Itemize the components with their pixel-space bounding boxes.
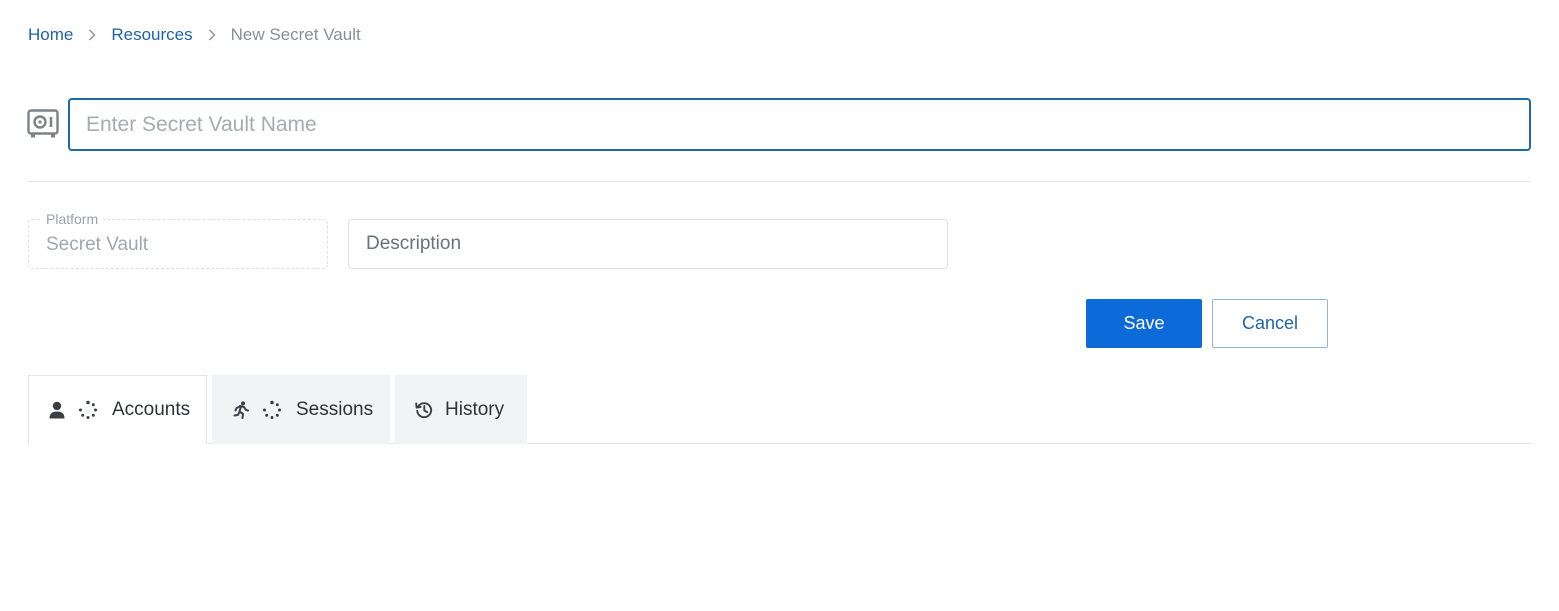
platform-label: Platform <box>41 211 104 227</box>
chevron-right-icon <box>193 29 231 41</box>
tab-accounts-label: Accounts <box>112 398 191 420</box>
vault-icon <box>27 109 59 139</box>
vault-name-input[interactable] <box>68 98 1531 151</box>
description-input[interactable] <box>348 219 948 269</box>
tab-history[interactable]: History <box>395 375 527 444</box>
history-icon <box>415 401 433 419</box>
user-icon <box>48 401 66 419</box>
section-divider <box>28 181 1531 182</box>
tab-accounts[interactable]: Accounts <box>28 375 207 444</box>
cancel-button[interactable]: Cancel <box>1212 299 1328 348</box>
breadcrumb: Home Resources New Secret Vault <box>28 22 361 48</box>
platform-value: Secret Vault <box>46 234 149 255</box>
tab-sessions[interactable]: Sessions <box>212 375 390 444</box>
page: Home Resources New Secret Vault Platform… <box>0 0 1559 611</box>
tab-sessions-label: Sessions <box>296 399 374 420</box>
running-person-icon <box>232 401 250 419</box>
breadcrumb-current: New Secret Vault <box>230 25 361 44</box>
breadcrumb-resources-link[interactable]: Resources <box>111 25 192 45</box>
breadcrumb-home-link[interactable]: Home <box>28 25 73 45</box>
save-button[interactable]: Save <box>1086 299 1202 348</box>
platform-field: Platform Secret Vault <box>28 211 328 269</box>
chevron-right-icon <box>73 29 111 41</box>
spinner-icon <box>78 400 98 420</box>
spinner-icon <box>262 400 282 420</box>
tab-history-label: History <box>445 399 505 420</box>
